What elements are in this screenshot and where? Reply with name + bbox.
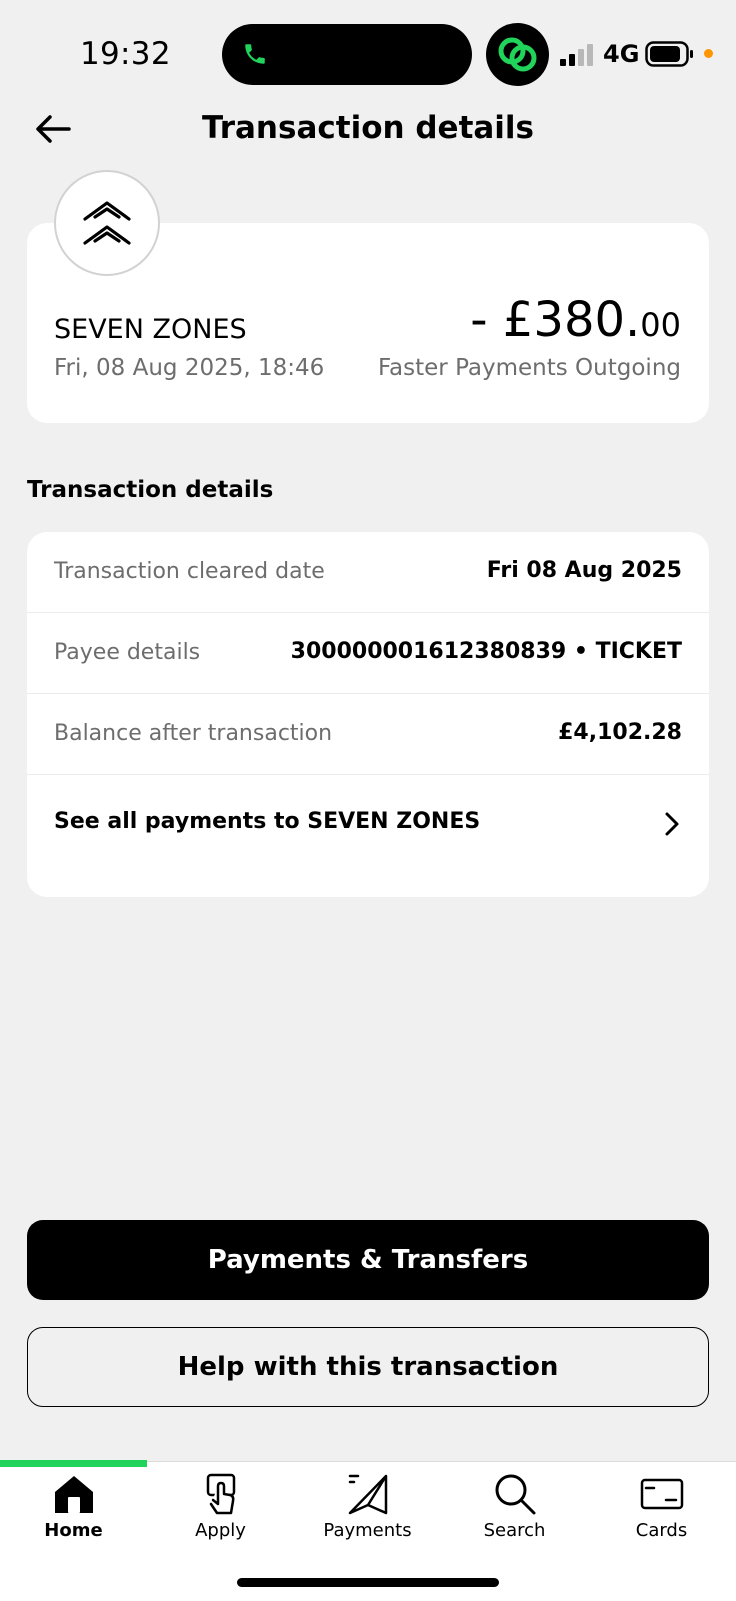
detail-value: 300000001612380839 • TICKET xyxy=(290,639,682,664)
amount-main: - £380. xyxy=(470,292,641,348)
detail-row-balance: Balance after transaction £4,102.28 xyxy=(27,694,709,775)
amount-pence: 00 xyxy=(640,306,681,344)
signal-icon xyxy=(560,44,593,66)
detail-label: Transaction cleared date xyxy=(54,559,325,584)
home-indicator xyxy=(237,1578,499,1587)
detail-value: £4,102.28 xyxy=(558,720,682,745)
section-heading: Transaction details xyxy=(27,477,274,503)
detail-label: Payee details xyxy=(54,640,201,665)
nav-label-apply: Apply xyxy=(195,1520,246,1541)
app-link-icon xyxy=(486,23,549,86)
battery-icon xyxy=(645,41,693,67)
nav-label-payments: Payments xyxy=(323,1520,412,1541)
nav-item-apply[interactable]: Apply xyxy=(147,1472,294,1562)
nav-item-search[interactable]: Search xyxy=(441,1472,588,1562)
home-icon xyxy=(54,1476,93,1513)
double-chevron-up-icon xyxy=(83,201,131,245)
transaction-amount: - £380.00 xyxy=(470,292,681,348)
merchant-name: SEVEN ZONES xyxy=(54,314,247,345)
see-all-payments-link[interactable]: See all payments to SEVEN ZONES xyxy=(27,775,709,897)
detail-row-payee: Payee details 300000001612380839 • TICKE… xyxy=(27,613,709,694)
nav-item-cards[interactable]: Cards xyxy=(588,1472,735,1562)
search-icon xyxy=(495,1474,535,1515)
nav-item-payments[interactable]: Payments xyxy=(294,1472,441,1562)
transaction-details-card: Transaction cleared date Fri 08 Aug 2025… xyxy=(27,532,709,897)
phone-icon xyxy=(245,44,265,64)
nav-label-search: Search xyxy=(483,1520,546,1541)
status-time: 19:32 xyxy=(80,36,171,72)
payments-icon xyxy=(348,1474,387,1515)
nav-item-home[interactable]: Home xyxy=(0,1472,147,1562)
network-type: 4G xyxy=(603,40,640,68)
card-icon xyxy=(640,1478,683,1510)
help-transaction-button[interactable]: Help with this transaction xyxy=(27,1327,709,1407)
active-tab-indicator xyxy=(0,1460,147,1467)
nav-label-home: Home xyxy=(44,1520,103,1541)
detail-value: Fri 08 Aug 2025 xyxy=(486,558,682,583)
merchant-logo xyxy=(54,170,160,276)
transaction-type: Faster Payments Outgoing xyxy=(377,355,681,381)
see-all-payments-label: See all payments to SEVEN ZONES xyxy=(54,809,481,834)
nav-label-cards: Cards xyxy=(635,1520,688,1541)
page-title: Transaction details xyxy=(201,110,535,146)
apply-icon xyxy=(206,1473,235,1515)
detail-label: Balance after transaction xyxy=(54,721,333,746)
payments-transfers-button[interactable]: Payments & Transfers xyxy=(27,1220,709,1300)
chevron-right-icon xyxy=(665,812,679,836)
detail-row-cleared-date: Transaction cleared date Fri 08 Aug 2025 xyxy=(27,532,709,613)
privacy-indicator xyxy=(704,49,713,58)
transaction-datetime: Fri, 08 Aug 2025, 18:46 xyxy=(54,355,325,381)
